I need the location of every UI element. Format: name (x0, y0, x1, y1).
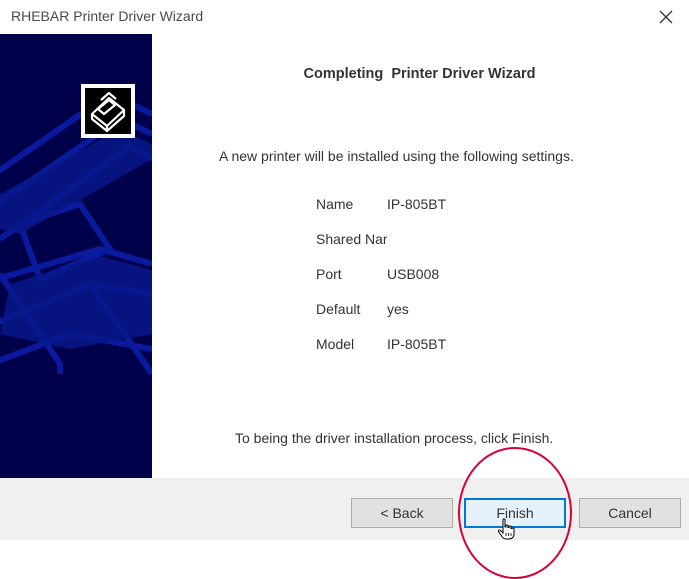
wizard-heading-text: Completing Printer Driver Wizard (303, 66, 536, 82)
footer-instruction: To being the driver installation process… (235, 430, 554, 446)
finish-button[interactable]: Finish (464, 498, 566, 528)
setting-value: IP-805BT (387, 196, 447, 212)
close-button[interactable] (643, 0, 689, 34)
close-icon (659, 10, 673, 24)
title-bar: RHEBAR Printer Driver Wizard (0, 0, 689, 34)
setting-label: Default (316, 301, 361, 317)
setting-label: Model (316, 336, 355, 352)
printer-logo (81, 84, 135, 138)
cancel-button[interactable]: Cancel (579, 498, 681, 528)
back-button[interactable]: < Back (351, 498, 453, 528)
setting-value: IP-805BT (387, 336, 447, 352)
setting-label: Shared Name (316, 231, 387, 247)
wizard-banner (0, 34, 152, 478)
setting-value: yes (387, 301, 409, 317)
setting-label: Port (316, 266, 342, 282)
window-title: RHEBAR Printer Driver Wizard (11, 8, 204, 24)
intro-text: A new printer will be installed using th… (219, 148, 574, 164)
setting-label: Name (316, 196, 354, 212)
button-bar: < Back Finish Cancel (0, 478, 689, 540)
printer-logo-icon (90, 91, 126, 133)
wizard-content: Completing Printer Driver Wizard A new p… (152, 34, 689, 478)
setting-value: USB008 (387, 266, 440, 282)
wizard-heading: Completing Printer Driver Wizard (152, 66, 689, 82)
